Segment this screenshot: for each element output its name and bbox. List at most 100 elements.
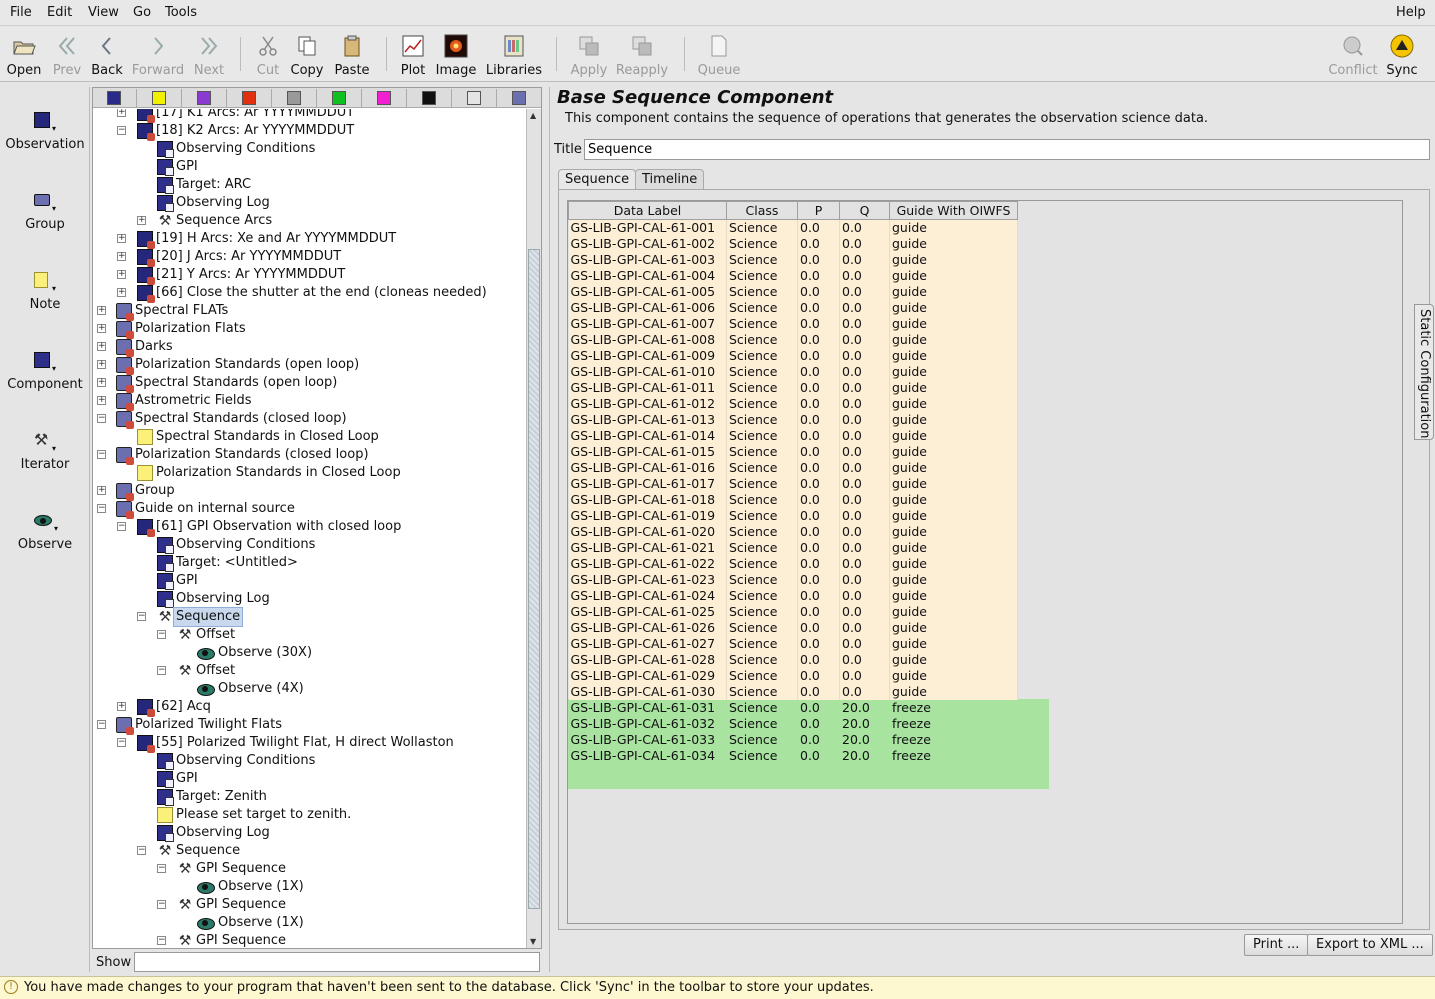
menu-tools[interactable]: Tools: [165, 5, 197, 20]
filter-swatch-magenta[interactable]: [363, 89, 407, 107]
tab-static-configuration[interactable]: Static Configuration: [1414, 304, 1434, 440]
table-row[interactable]: GS-LIB-GPI-CAL-61-028 Science 0.0 0.0 guide: [568, 651, 1018, 668]
tree-scrollbar[interactable]: ▲ ▼: [526, 109, 541, 948]
tab-sequence[interactable]: Sequence: [558, 169, 637, 189]
palette-observe[interactable]: ▾ Observe: [0, 512, 90, 552]
menu-file[interactable]: File: [10, 5, 32, 20]
menu-help[interactable]: Help: [1396, 5, 1426, 20]
column-header-data-label[interactable]: Data Label: [568, 201, 727, 220]
next-button[interactable]: Next: [190, 29, 228, 81]
table-row[interactable]: GS-LIB-GPI-CAL-61-023 Science 0.0 0.0 guide: [568, 571, 1018, 588]
table-row[interactable]: GS-LIB-GPI-CAL-61-003 Science 0.0 0.0 guide: [568, 251, 1018, 268]
open-button[interactable]: Open: [4, 29, 44, 81]
title-input[interactable]: [584, 139, 1430, 160]
table-row[interactable]: GS-LIB-GPI-CAL-61-031 Science 0.0 20.0 freez…: [568, 699, 1018, 716]
forward-button[interactable]: Forward: [130, 29, 186, 81]
table-row[interactable]: GS-LIB-GPI-CAL-61-008 Science 0.0 0.0 guide: [568, 331, 1018, 348]
prev-button[interactable]: Prev: [48, 29, 86, 81]
filter-swatch-blue[interactable]: [93, 89, 137, 107]
table-row[interactable]: GS-LIB-GPI-CAL-61-026 Science 0.0 0.0 guide: [568, 619, 1018, 636]
copy-button[interactable]: Copy: [288, 29, 326, 81]
show-filter-input[interactable]: [134, 952, 540, 972]
table-row[interactable]: GS-LIB-GPI-CAL-61-007 Science 0.0 0.0 guide: [568, 315, 1018, 332]
table-cell: guide: [889, 555, 1018, 572]
table-row[interactable]: GS-LIB-GPI-CAL-61-016 Science 0.0 0.0 guide: [568, 459, 1018, 476]
palette-note[interactable]: ▾ Note: [0, 272, 90, 312]
image-button[interactable]: Image: [434, 29, 478, 81]
table-row[interactable]: GS-LIB-GPI-CAL-61-009 Science 0.0 0.0 guide: [568, 347, 1018, 364]
table-cell: GS-LIB-GPI-CAL-61-022: [568, 555, 727, 572]
table-row[interactable]: GS-LIB-GPI-CAL-61-027 Science 0.0 0.0 guide: [568, 635, 1018, 652]
table-row[interactable]: GS-LIB-GPI-CAL-61-004 Science 0.0 0.0 guide: [568, 267, 1018, 284]
filter-swatch-black[interactable]: [408, 89, 452, 107]
table-row[interactable]: GS-LIB-GPI-CAL-61-014 Science 0.0 0.0 guide: [568, 427, 1018, 444]
table-row[interactable]: GS-LIB-GPI-CAL-61-032 Science 0.0 20.0 freez…: [568, 715, 1018, 732]
table-row[interactable]: GS-LIB-GPI-CAL-61-033 Science 0.0 20.0 freez…: [568, 731, 1018, 748]
apply-button[interactable]: Apply: [566, 29, 612, 81]
filter-swatch-yellow[interactable]: [138, 89, 182, 107]
tab-timeline[interactable]: Timeline: [635, 169, 705, 189]
column-header-q[interactable]: Q: [839, 201, 890, 220]
table-cell: GS-LIB-GPI-CAL-61-015: [568, 443, 727, 460]
table-row[interactable]: GS-LIB-GPI-CAL-61-001 Science 0.0 0.0 guide: [568, 219, 1018, 236]
filter-swatch-red[interactable]: [228, 89, 272, 107]
table-row[interactable]: GS-LIB-GPI-CAL-61-012 Science 0.0 0.0 guide: [568, 395, 1018, 412]
scrollbar-thumb[interactable]: [528, 249, 540, 909]
scroll-up-arrow-icon[interactable]: ▲: [530, 111, 538, 120]
back-button[interactable]: Back: [88, 29, 126, 81]
table-row[interactable]: GS-LIB-GPI-CAL-61-030 Science 0.0 0.0 guide: [568, 683, 1018, 700]
table-row[interactable]: GS-LIB-GPI-CAL-61-015 Science 0.0 0.0 guide: [568, 443, 1018, 460]
table-cell: Science: [726, 715, 798, 732]
table-row[interactable]: GS-LIB-GPI-CAL-61-034 Science 0.0 20.0 freez…: [568, 747, 1018, 764]
export-xml-button[interactable]: Export to XML ...: [1307, 934, 1433, 956]
paste-button[interactable]: Paste: [330, 29, 374, 81]
status-message: You have made changes to your program th…: [24, 980, 874, 995]
column-header-class[interactable]: Class: [726, 201, 798, 220]
column-header-guide-oiwfs[interactable]: Guide With OIWFS: [889, 201, 1018, 220]
queue-button[interactable]: Queue: [694, 29, 744, 81]
palette-group[interactable]: ▾ Group: [0, 192, 90, 232]
column-header-p[interactable]: P: [797, 201, 840, 220]
palette-iterator[interactable]: ⚒ ▾ Iterator: [0, 430, 90, 472]
conflict-button[interactable]: Conflict: [1324, 29, 1382, 81]
table-row[interactable]: GS-LIB-GPI-CAL-61-025 Science 0.0 0.0 guide: [568, 603, 1018, 620]
cut-button[interactable]: Cut: [250, 29, 286, 81]
table-row[interactable]: GS-LIB-GPI-CAL-61-002 Science 0.0 0.0 guide: [568, 235, 1018, 252]
table-row[interactable]: GS-LIB-GPI-CAL-61-018 Science 0.0 0.0 guide: [568, 491, 1018, 508]
table-row[interactable]: GS-LIB-GPI-CAL-61-022 Science 0.0 0.0 guide: [568, 555, 1018, 572]
plot-button[interactable]: Plot: [396, 29, 430, 81]
table-row[interactable]: GS-LIB-GPI-CAL-61-011 Science 0.0 0.0 guide: [568, 379, 1018, 396]
table-row[interactable]: GS-LIB-GPI-CAL-61-020 Science 0.0 0.0 guide: [568, 523, 1018, 540]
table-row[interactable]: GS-LIB-GPI-CAL-61-006 Science 0.0 0.0 guide: [568, 299, 1018, 316]
table-row[interactable]: GS-LIB-GPI-CAL-61-024 Science 0.0 0.0 guide: [568, 587, 1018, 604]
table-row[interactable]: GS-LIB-GPI-CAL-61-019 Science 0.0 0.0 guide: [568, 507, 1018, 524]
table-row[interactable]: GS-LIB-GPI-CAL-61-013 Science 0.0 0.0 guide: [568, 411, 1018, 428]
filter-swatch-light[interactable]: [453, 89, 497, 107]
menu-go[interactable]: Go: [133, 5, 151, 20]
menu-edit[interactable]: Edit: [47, 5, 72, 20]
print-button[interactable]: Print ...: [1244, 934, 1309, 956]
filter-swatch-green[interactable]: [318, 89, 362, 107]
table-row[interactable]: GS-LIB-GPI-CAL-61-010 Science 0.0 0.0 guide: [568, 363, 1018, 380]
filter-swatch-gray[interactable]: [273, 89, 317, 107]
palette-observation[interactable]: ▾ Observation: [0, 112, 90, 152]
table-cell: 0.0: [839, 267, 890, 284]
reapply-button[interactable]: Reapply: [614, 29, 670, 81]
sync-button[interactable]: Sync: [1382, 29, 1422, 81]
table-row[interactable]: GS-LIB-GPI-CAL-61-029 Science 0.0 0.0 guide: [568, 667, 1018, 684]
table-cell: Science: [726, 283, 798, 300]
table-cell: 0.0: [797, 571, 840, 588]
scroll-down-arrow-icon[interactable]: ▼: [530, 937, 538, 946]
table-row[interactable]: GS-LIB-GPI-CAL-61-005 Science 0.0 0.0 guide: [568, 283, 1018, 300]
program-tree: + [17] K1 Arcs: Ar YYYYMMDDUT − [18] K2 Ar…: [93, 109, 525, 948]
table-row[interactable]: GS-LIB-GPI-CAL-61-021 Science 0.0 0.0 guide: [568, 539, 1018, 556]
table-cell: 0.0: [839, 571, 890, 588]
libraries-button[interactable]: Libraries: [484, 29, 544, 81]
table-cell: guide: [889, 635, 1018, 652]
filter-swatch-purple[interactable]: [183, 89, 227, 107]
palette-component[interactable]: ▾ Component: [0, 352, 90, 392]
filter-swatch-group[interactable]: [498, 89, 542, 107]
menu-view[interactable]: View: [88, 5, 119, 20]
table-row[interactable]: GS-LIB-GPI-CAL-61-017 Science 0.0 0.0 guide: [568, 475, 1018, 492]
table-cell: guide: [889, 651, 1018, 668]
